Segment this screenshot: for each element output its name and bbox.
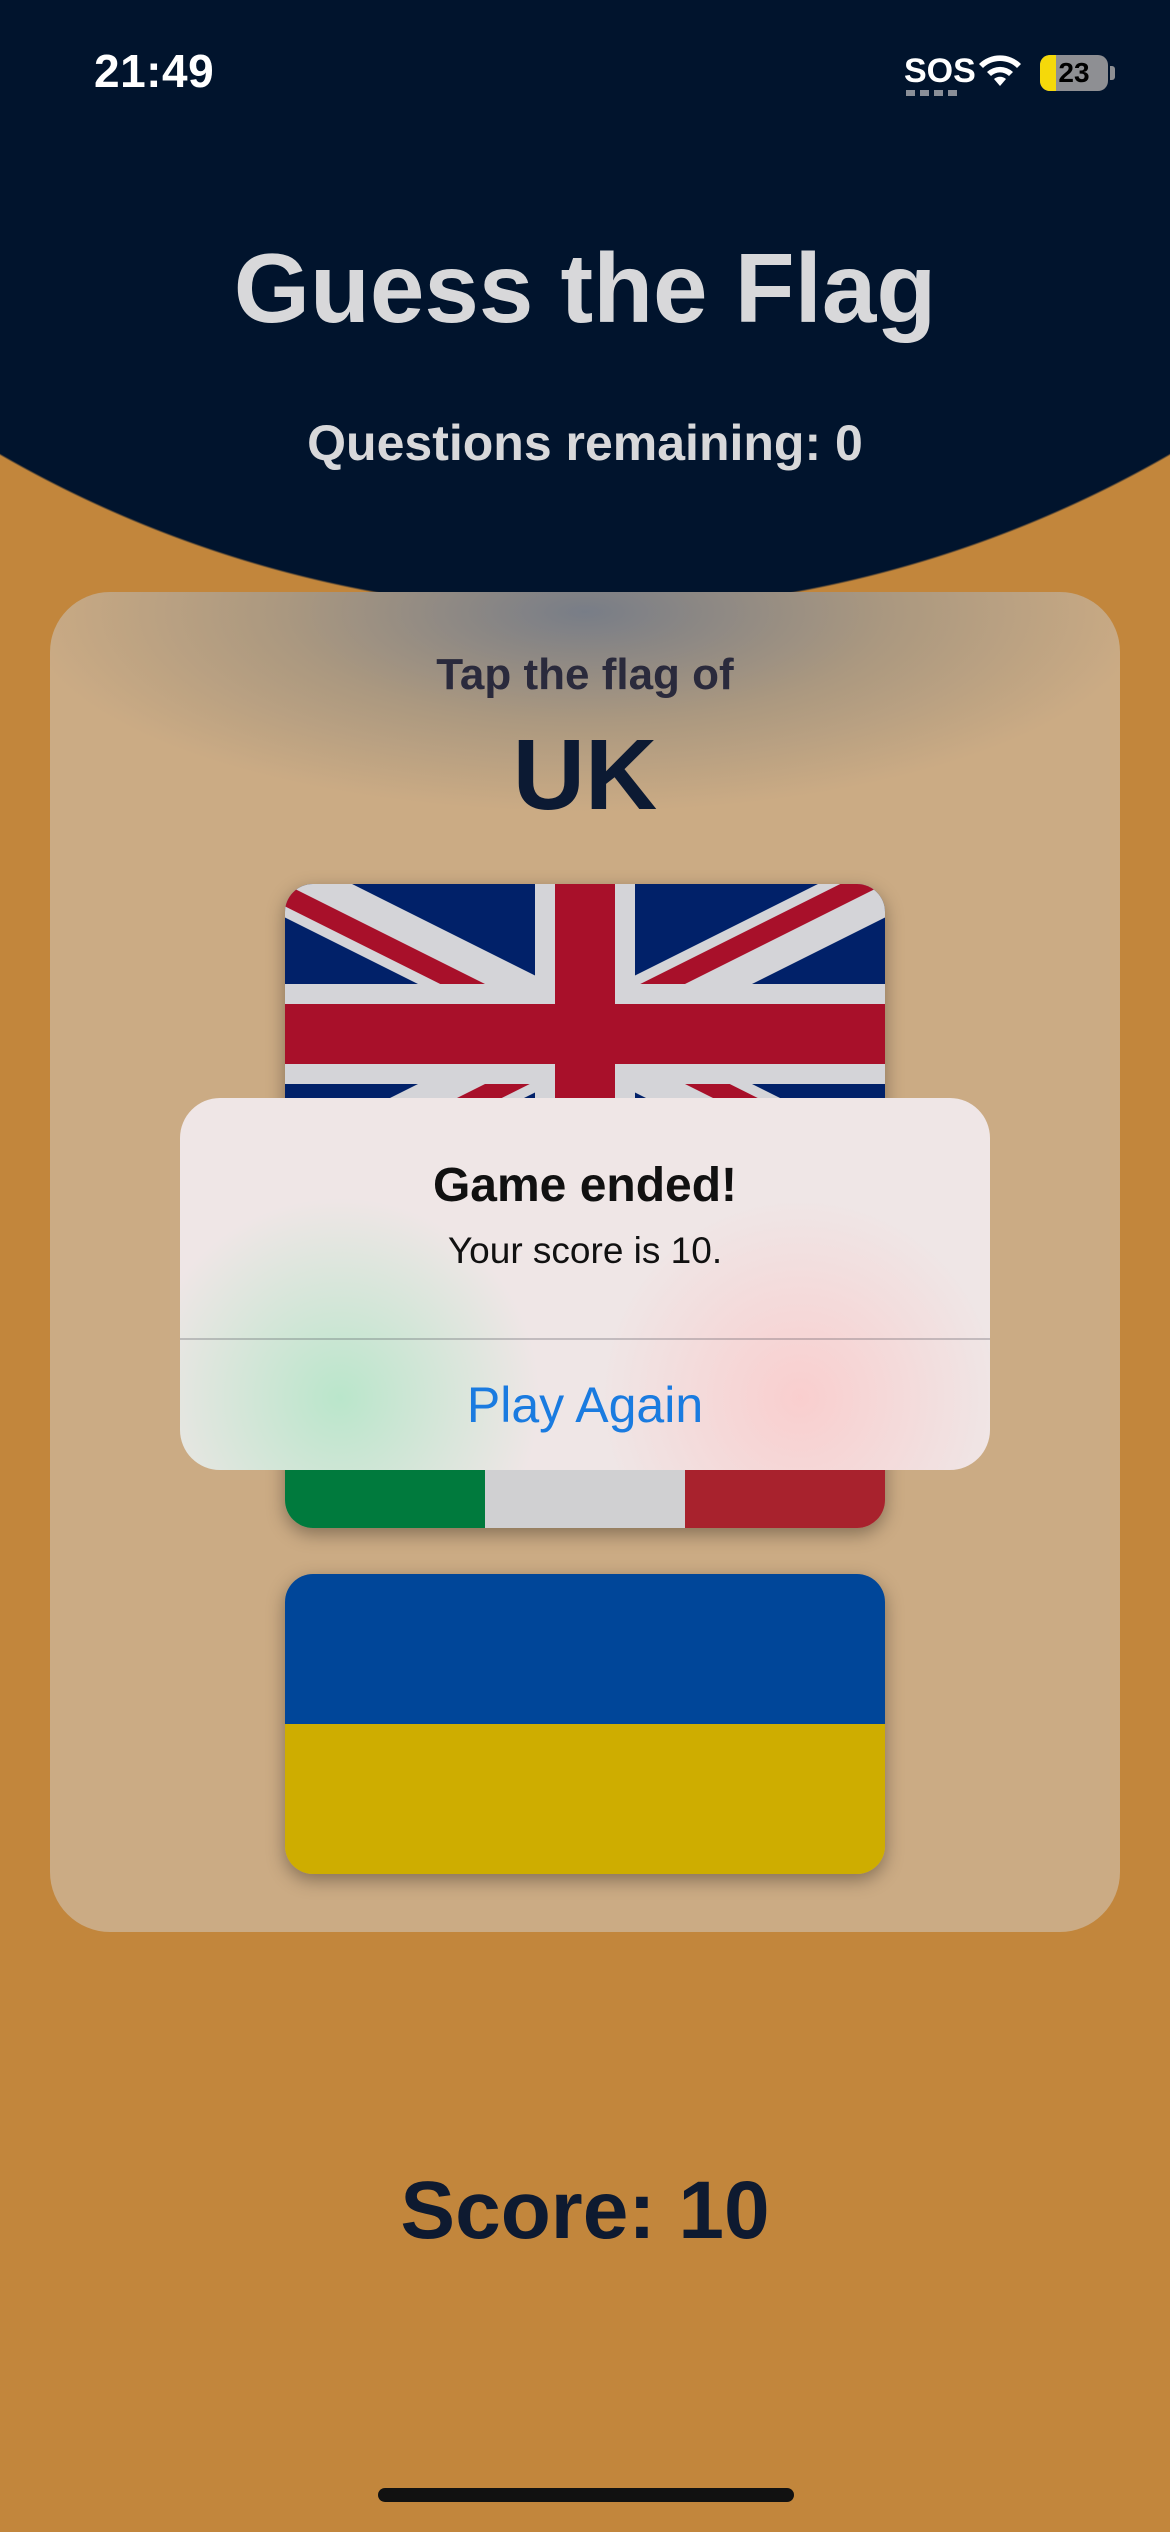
battery-level: 23 — [1058, 57, 1090, 88]
game-ended-alert: Game ended! Your score is 10. Play Again — [180, 1098, 990, 1470]
wifi-icon — [979, 55, 1021, 86]
battery-icon: 23 — [1040, 55, 1108, 91]
status-time: 21:49 — [94, 45, 215, 97]
home-indicator[interactable] — [378, 2488, 794, 2502]
signal-dots-icon — [906, 90, 958, 96]
ukraine-flag-icon — [285, 1574, 885, 1874]
score-label: Score: 10 — [400, 2165, 770, 2256]
tap-prompt-label: Tap the flag of — [436, 650, 734, 699]
flag-button-ukraine[interactable] — [285, 1574, 885, 1874]
battery-nub — [1110, 66, 1115, 80]
page-title: Guess the Flag — [233, 233, 937, 343]
play-again-button[interactable]: Play Again — [180, 1340, 990, 1470]
target-country: UK — [512, 719, 658, 831]
questions-remaining: Questions remaining: 0 — [307, 415, 863, 471]
alert-title: Game ended! — [432, 1159, 738, 1212]
status-bar: 21:49 SOS 23 — [0, 0, 1170, 140]
sos-indicator: SOS — [904, 52, 976, 90]
alert-message: Your score is 10. — [447, 1230, 723, 1271]
